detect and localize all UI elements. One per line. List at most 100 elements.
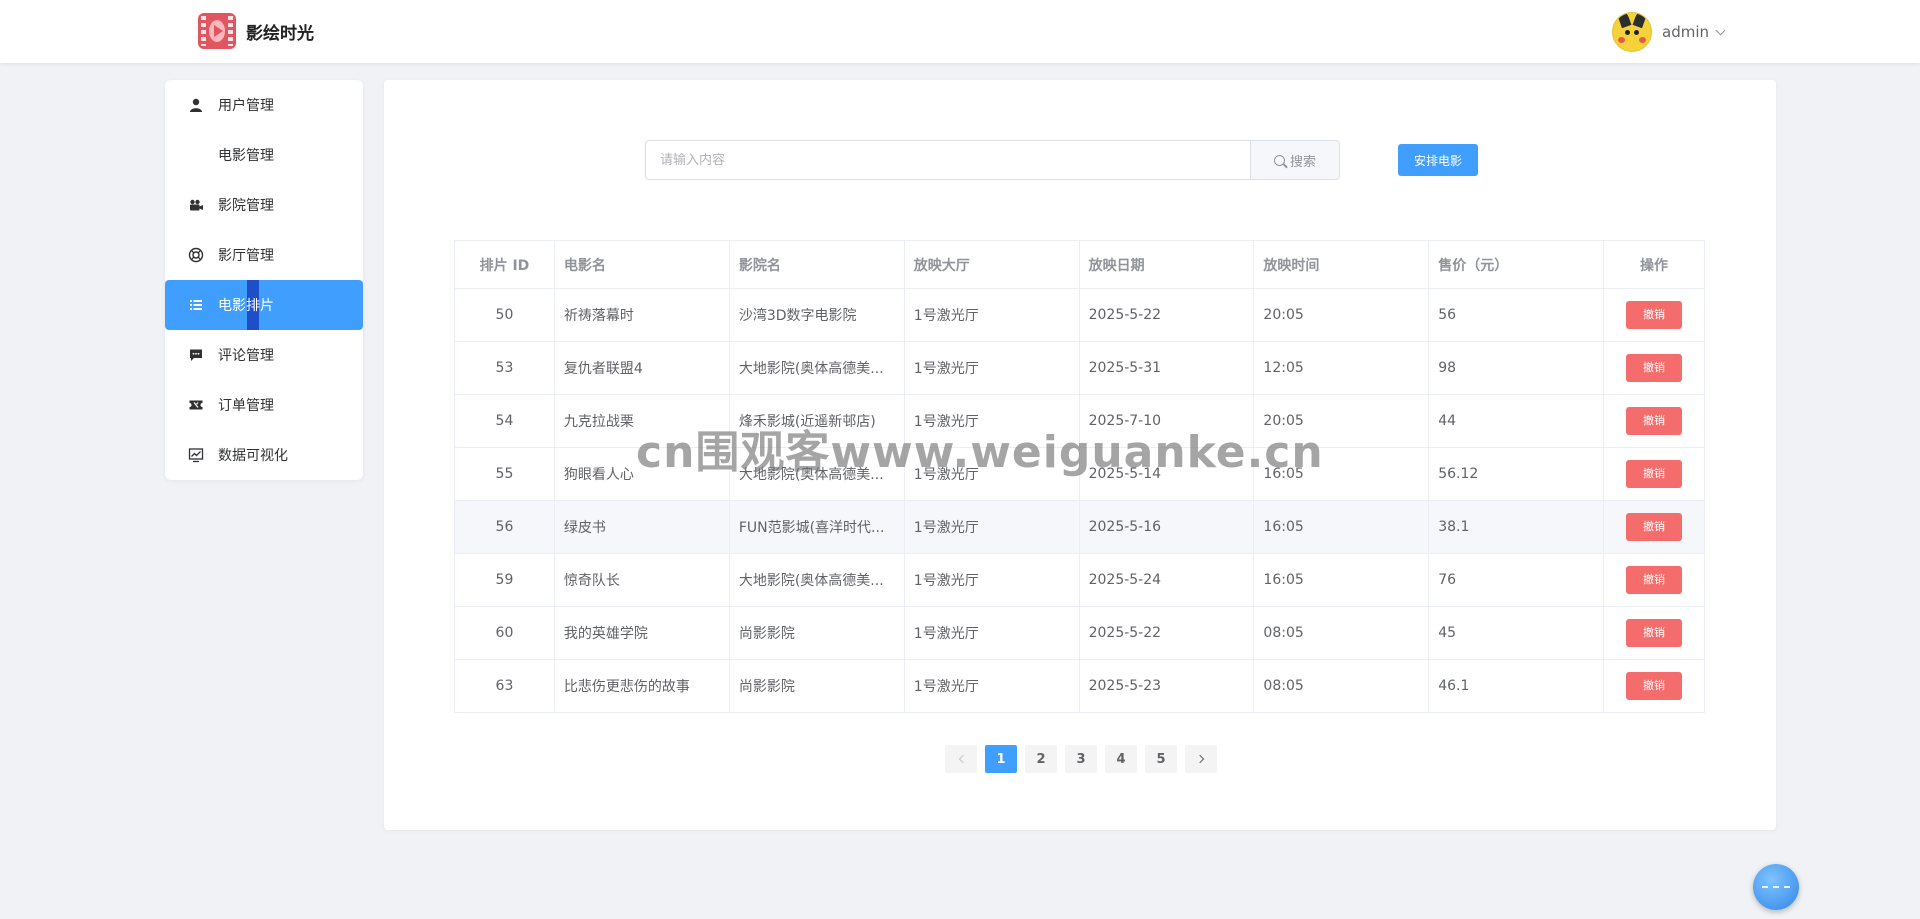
cell-actions: 撤销 <box>1603 500 1705 554</box>
cell-actions: 撤销 <box>1603 288 1705 342</box>
revoke-button[interactable]: 撤销 <box>1626 460 1683 488</box>
cell-date: 2025-5-16 <box>1078 500 1255 554</box>
cell-movie: 祈祷落幕时 <box>553 288 730 342</box>
ring-icon <box>188 247 204 263</box>
cell-price: 44 <box>1428 394 1605 448</box>
search-input[interactable] <box>645 140 1250 180</box>
sidebar-item-label: 影厅管理 <box>218 248 274 264</box>
sidebar-item-label: 电影排片 <box>218 298 274 314</box>
arrange-movie-button[interactable]: 安排电影 <box>1398 144 1478 176</box>
cell-cinema: 尚影影院 <box>728 606 905 660</box>
revoke-button[interactable]: 撤销 <box>1626 407 1683 435</box>
page-button[interactable]: 3 <box>1065 745 1097 773</box>
cell-actions: 撤销 <box>1603 553 1705 607</box>
sidebar-item-cinema-management[interactable]: 影院管理 <box>165 180 363 230</box>
top-header: 影绘时光 admin <box>0 0 1920 63</box>
revoke-button[interactable]: 撤销 <box>1626 354 1683 382</box>
user-menu[interactable]: admin <box>1612 12 1726 52</box>
cell-date: 2025-5-24 <box>1078 553 1255 607</box>
page-button[interactable]: 2 <box>1025 745 1057 773</box>
logo[interactable]: 影绘时光 <box>198 13 314 49</box>
cell-id: 50 <box>454 288 555 342</box>
cell-id: 56 <box>454 500 555 554</box>
cell-price: 56.12 <box>1428 447 1605 501</box>
sidebar-item-label: 用户管理 <box>218 98 274 114</box>
cell-movie: 惊奇队长 <box>553 553 730 607</box>
cell-cinema: 大地影院(奥体高德美... <box>728 553 905 607</box>
sidebar-item-label: 订单管理 <box>218 398 274 414</box>
next-page-button[interactable] <box>1185 745 1217 773</box>
cell-price: 38.1 <box>1428 500 1605 554</box>
cell-movie: 我的英雄学院 <box>553 606 730 660</box>
search-button[interactable]: 搜索 <box>1250 140 1340 180</box>
revoke-button[interactable]: 撤销 <box>1626 513 1683 541</box>
app-title: 影绘时光 <box>246 23 314 44</box>
cell-hall: 1号激光厅 <box>903 394 1080 448</box>
sidebar-item-comment-management[interactable]: 评论管理 <box>165 330 363 380</box>
cell-id: 59 <box>454 553 555 607</box>
column-header-cinema[interactable]: 影院名 <box>728 240 905 289</box>
cell-date: 2025-5-22 <box>1078 288 1255 342</box>
table-row[interactable]: 60 我的英雄学院 尚影影院 1号激光厅 2025-5-22 08:05 45 … <box>454 606 1705 660</box>
table-row[interactable]: 56 绿皮书 FUN范影城(喜洋时代... 1号激光厅 2025-5-16 16… <box>454 500 1705 554</box>
avatar[interactable] <box>1612 12 1652 52</box>
sidebar-item-label: 评论管理 <box>218 348 274 364</box>
table-row[interactable]: 50 祈祷落幕时 沙湾3D数字电影院 1号激光厅 2025-5-22 20:05… <box>454 288 1705 342</box>
ticket-icon <box>189 400 203 410</box>
cell-date: 2025-5-31 <box>1078 341 1255 395</box>
cell-cinema: 大地影院(奥体高德美... <box>728 341 905 395</box>
column-header-date[interactable]: 放映日期 <box>1078 240 1255 289</box>
cell-hall: 1号激光厅 <box>903 341 1080 395</box>
page-button[interactable]: 1 <box>985 745 1017 773</box>
cell-actions: 撤销 <box>1603 606 1705 660</box>
comment-icon <box>190 349 202 361</box>
column-header-id[interactable]: 排片 ID <box>454 240 555 289</box>
film-logo-icon <box>198 13 236 49</box>
prev-page-button[interactable] <box>945 745 977 773</box>
cell-cinema: 大地影院(奥体高德美... <box>728 447 905 501</box>
pagination: 1 2 3 4 5 <box>945 745 1217 773</box>
page-button[interactable]: 5 <box>1145 745 1177 773</box>
cell-time: 12:05 <box>1253 341 1430 395</box>
cell-time: 20:05 <box>1253 394 1430 448</box>
table-row[interactable]: 54 九克拉战栗 烽禾影城(近遥新邨店) 1号激光厅 2025-7-10 20:… <box>454 394 1705 448</box>
cell-cinema: 沙湾3D数字电影院 <box>728 288 905 342</box>
dashes-icon <box>1762 886 1790 888</box>
cell-hall: 1号激光厅 <box>903 447 1080 501</box>
sidebar-item-movie-management[interactable]: 电影管理 <box>165 130 363 180</box>
column-header-movie[interactable]: 电影名 <box>553 240 730 289</box>
floating-assistant-button[interactable] <box>1753 864 1799 910</box>
sidebar-item-movie-scheduling[interactable]: 电影排片 <box>165 280 363 330</box>
sidebar-item-label: 数据可视化 <box>218 448 288 464</box>
table-row[interactable]: 59 惊奇队长 大地影院(奥体高德美... 1号激光厅 2025-5-24 16… <box>454 553 1705 607</box>
revoke-button[interactable]: 撤销 <box>1626 619 1683 647</box>
column-header-price[interactable]: 售价（元） <box>1428 240 1605 289</box>
revoke-button[interactable]: 撤销 <box>1626 301 1683 329</box>
user-name[interactable]: admin <box>1662 23 1709 41</box>
page-button[interactable]: 4 <box>1105 745 1137 773</box>
revoke-button[interactable]: 撤销 <box>1626 566 1683 594</box>
sidebar-item-user-management[interactable]: 用户管理 <box>165 80 363 130</box>
cell-cinema: FUN范影城(喜洋时代... <box>728 500 905 554</box>
sidebar-item-data-visualization[interactable]: 数据可视化 <box>165 430 363 480</box>
table-row[interactable]: 55 狗眼看人心 大地影院(奥体高德美... 1号激光厅 2025-5-14 1… <box>454 447 1705 501</box>
column-header-time[interactable]: 放映时间 <box>1253 240 1430 289</box>
search-button-label: 搜索 <box>1289 154 1316 170</box>
cell-hall: 1号激光厅 <box>903 500 1080 554</box>
cell-hall: 1号激光厅 <box>903 288 1080 342</box>
chevron-down-icon[interactable] <box>1715 25 1726 35</box>
chart-icon <box>188 448 204 463</box>
cell-hall: 1号激光厅 <box>903 606 1080 660</box>
sidebar-item-hall-management[interactable]: 影厅管理 <box>165 230 363 280</box>
table-row[interactable]: 53 复仇者联盟4 大地影院(奥体高德美... 1号激光厅 2025-5-31 … <box>454 341 1705 395</box>
cell-movie: 复仇者联盟4 <box>553 341 730 395</box>
cell-price: 46.1 <box>1428 659 1605 713</box>
sidebar-item-order-management[interactable]: 订单管理 <box>165 380 363 430</box>
cell-actions: 撤销 <box>1603 394 1705 448</box>
table-row[interactable]: 63 比悲伤更悲伤的故事 尚影影院 1号激光厅 2025-5-23 08:05 … <box>454 659 1705 713</box>
column-header-hall[interactable]: 放映大厅 <box>903 240 1080 289</box>
cell-actions: 撤销 <box>1603 447 1705 501</box>
revoke-button[interactable]: 撤销 <box>1626 672 1683 700</box>
cell-actions: 撤销 <box>1603 659 1705 713</box>
cell-id: 53 <box>454 341 555 395</box>
